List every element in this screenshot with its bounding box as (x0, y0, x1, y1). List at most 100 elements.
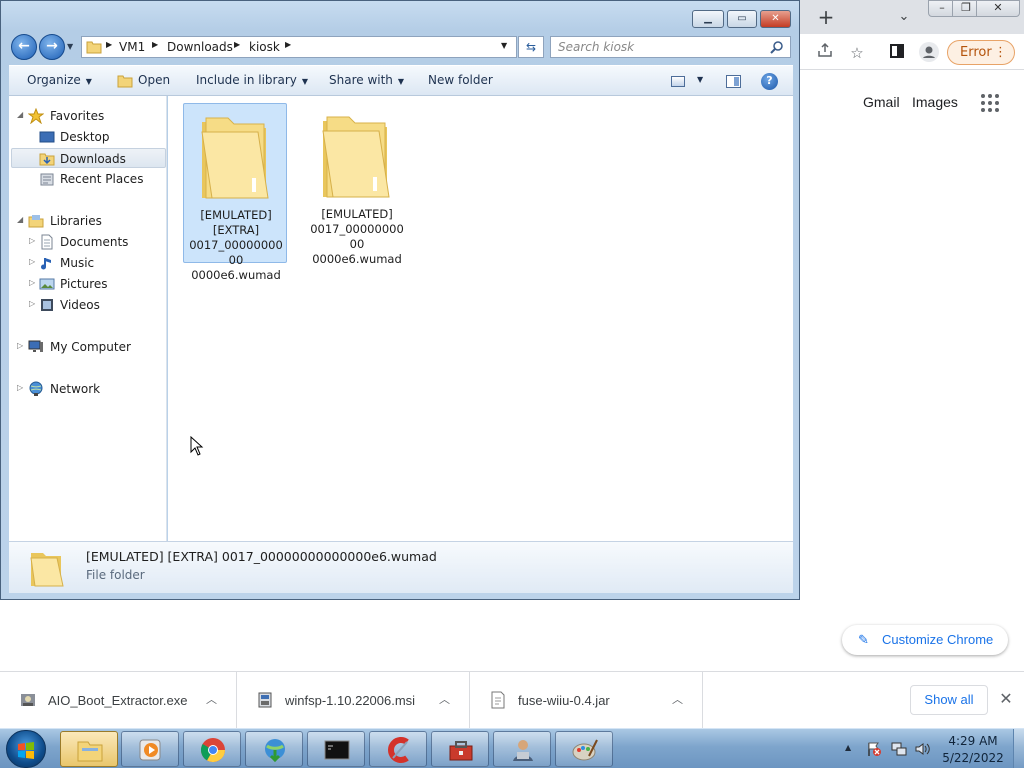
bookmark-star-icon[interactable]: ☆ (846, 42, 868, 64)
breadcrumb-separator-icon[interactable]: ▶ (285, 40, 291, 49)
clock-time[interactable]: 4:29 AM (935, 734, 1011, 748)
show-all-downloads-button[interactable]: Show all (910, 685, 988, 715)
side-panel-icon[interactable] (886, 42, 908, 64)
address-bar[interactable]: ▶ VM1 ▶ Downloads ▶ kiosk ▶ (81, 36, 517, 58)
chevron-up-icon[interactable]: ︿ (672, 691, 686, 706)
chevron-down-icon[interactable]: ⌄ (893, 6, 915, 28)
refresh-icon[interactable]: ⇆ (518, 36, 544, 58)
kebab-menu-icon[interactable]: ⋮ (994, 41, 1007, 64)
error-label: Error (960, 45, 992, 60)
expand-icon[interactable]: ▷ (29, 236, 35, 245)
nav-favorites[interactable]: ◢ Favorites (9, 106, 166, 126)
organize-button[interactable]: Organize ▼ (27, 73, 92, 87)
nav-music[interactable]: ▷ Music (9, 253, 166, 273)
nav-libraries[interactable]: ◢ Libraries (9, 211, 166, 231)
expand-icon[interactable]: ▷ (17, 383, 23, 392)
include-in-library-button[interactable]: Include in library ▼ (196, 73, 308, 87)
nav-documents[interactable]: ▷ Documents (9, 232, 166, 252)
nav-label: Documents (60, 235, 129, 249)
nav-label: Libraries (50, 214, 102, 228)
download-item[interactable]: AIO_Boot_Extractor.exe ︿ (0, 672, 237, 729)
maximize-button[interactable]: ▭ (727, 10, 757, 28)
open-folder-icon (117, 75, 133, 88)
nav-downloads[interactable]: Downloads (11, 148, 166, 168)
show-hidden-icons-button[interactable]: ▲ (845, 743, 851, 752)
share-with-button[interactable]: Share with ▼ (329, 73, 404, 87)
breadcrumb-vm1[interactable]: VM1 (119, 40, 145, 54)
nav-desktop[interactable]: Desktop (9, 127, 166, 147)
download-item[interactable]: fuse-wiiu-0.4.jar ︿ (470, 672, 703, 729)
folder-item[interactable]: [EMULATED] [EXTRA] 0017_0000000000 0000e… (183, 103, 287, 282)
user-app-icon (513, 740, 533, 761)
expand-icon[interactable]: ▷ (17, 341, 23, 350)
minimize-button[interactable]: ▁ (692, 10, 724, 28)
collapse-icon[interactable]: ◢ (17, 215, 23, 224)
expand-icon[interactable]: ▷ (29, 299, 35, 308)
address-dropdown-icon[interactable]: ▼ (501, 41, 513, 53)
taskbar-ccleaner[interactable] (369, 731, 427, 767)
chevron-up-icon[interactable]: ︿ (439, 691, 453, 706)
explorer-window: ▁ ▭ ✕ ← → ▼ ▶ VM1 ▶ Downloads ▶ kiosk ▶ … (0, 0, 800, 600)
nav-pictures[interactable]: ▷ Pictures (9, 274, 166, 294)
images-link[interactable]: Images (912, 94, 958, 110)
taskbar-chrome[interactable] (183, 731, 241, 767)
downloads-folder-icon (39, 153, 55, 166)
new-tab-button[interactable]: + (815, 6, 837, 28)
details-pane: [EMULATED] [EXTRA] 0017_00000000000000e6… (9, 541, 793, 593)
network-icon[interactable] (891, 741, 907, 757)
preview-pane-icon[interactable] (726, 75, 741, 88)
taskbar-explorer[interactable] (60, 731, 118, 767)
chevron-down-icon: ▼ (85, 77, 92, 86)
favorites-star-icon (28, 108, 44, 124)
breadcrumb-separator-icon[interactable]: ▶ (106, 40, 112, 49)
apps-grid-icon[interactable] (981, 94, 999, 112)
nav-recent-places[interactable]: Recent Places (9, 169, 166, 189)
recent-pages-icon[interactable]: ▼ (67, 42, 77, 52)
profile-error-button[interactable]: Error ⋮ (947, 40, 1015, 65)
nav-network[interactable]: ▷ Network (9, 379, 166, 399)
show-desktop-button[interactable] (1013, 729, 1024, 768)
taskbar-toolbox[interactable] (431, 731, 489, 767)
share-icon[interactable] (814, 42, 836, 64)
help-icon[interactable]: ? (761, 73, 778, 90)
open-button[interactable]: Open (138, 73, 170, 87)
profile-icon[interactable] (918, 42, 940, 64)
chrome-close-button[interactable]: ✕ (976, 0, 1020, 17)
action-center-flag-icon[interactable] (866, 741, 882, 757)
taskbar-paint[interactable] (555, 731, 613, 767)
back-button[interactable]: ← (11, 34, 37, 60)
taskbar-media-player[interactable] (121, 731, 179, 767)
chevron-down-icon[interactable]: ▼ (697, 75, 703, 84)
chevron-up-icon[interactable]: ︿ (206, 691, 220, 706)
breadcrumb-kiosk[interactable]: kiosk (249, 40, 280, 54)
chrome-icon (200, 738, 225, 763)
change-view-icon[interactable] (671, 76, 685, 87)
desktop-icon (39, 131, 55, 143)
search-icon[interactable] (770, 40, 784, 54)
taskbar-user-app[interactable] (493, 731, 551, 767)
close-button[interactable]: ✕ (760, 10, 791, 28)
customize-chrome-button[interactable]: ✎ Customize Chrome (842, 625, 1008, 655)
start-button[interactable] (6, 730, 46, 768)
expand-icon[interactable]: ▷ (29, 257, 35, 266)
clock-date[interactable]: 5/22/2022 (935, 751, 1011, 765)
expand-icon[interactable]: ▷ (29, 278, 35, 287)
close-icon[interactable]: ✕ (997, 690, 1015, 708)
breadcrumb-separator-icon[interactable]: ▶ (152, 40, 158, 49)
forward-button[interactable]: → (39, 34, 65, 60)
taskbar-download-manager[interactable] (245, 731, 303, 767)
nav-videos[interactable]: ▷ Videos (9, 295, 166, 315)
exe-icon (21, 694, 35, 706)
new-folder-button[interactable]: New folder (428, 73, 493, 87)
folder-item[interactable]: [EMULATED] 0017_0000000000 0000e6.wumad (305, 103, 409, 266)
taskbar-command-prompt[interactable] (307, 731, 365, 767)
navigation-pane: ◢ Favorites Desktop Downloads Recent Pla… (9, 96, 167, 541)
search-input[interactable]: Search kiosk (550, 36, 791, 58)
nav-my-computer[interactable]: ▷ My Computer (9, 337, 166, 357)
volume-icon[interactable] (914, 741, 930, 757)
breadcrumb-separator-icon[interactable]: ▶ (234, 40, 240, 49)
collapse-icon[interactable]: ◢ (17, 110, 23, 119)
breadcrumb-downloads[interactable]: Downloads (167, 40, 233, 54)
download-item[interactable]: winfsp-1.10.22006.msi ︿ (237, 672, 470, 729)
gmail-link[interactable]: Gmail (863, 94, 900, 110)
